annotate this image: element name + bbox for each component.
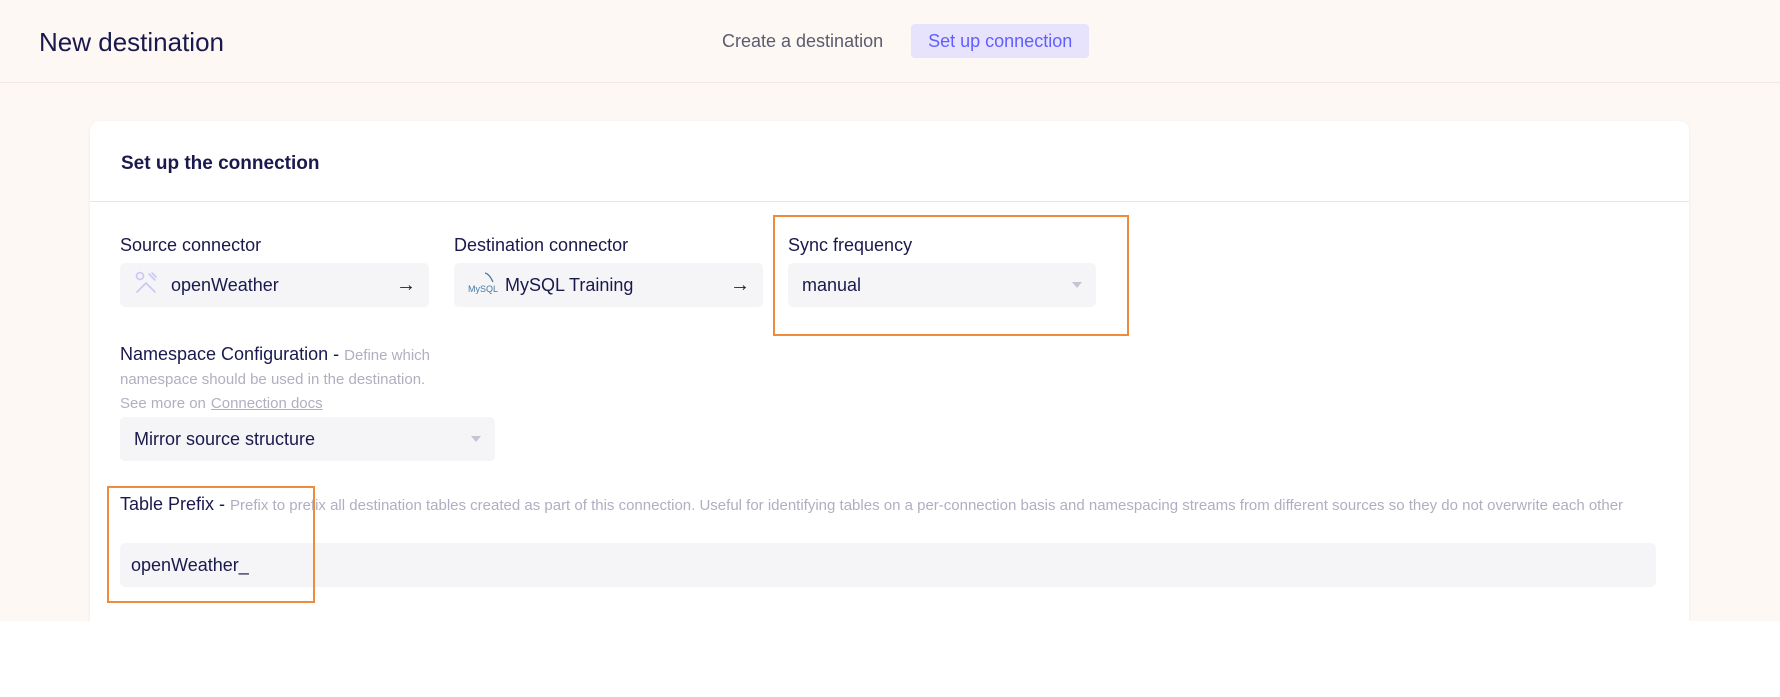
table-prefix-separator: - (214, 494, 231, 514)
source-connector-name: openWeather (171, 274, 279, 295)
destination-connector-button[interactable]: MySQL MySQL Training → (454, 263, 763, 307)
destination-connector-label: Destination connector (454, 235, 629, 255)
namespace-hint-more: See more on (120, 395, 206, 412)
namespace-select[interactable]: Mirror source structure (120, 417, 495, 461)
page-bottom (0, 621, 1780, 697)
step-tabs: Create a destination Set up connection (712, 24, 1090, 58)
chevron-down-icon (471, 436, 481, 442)
card-header: Set up the connection (90, 121, 1689, 202)
page-title: New destination (39, 27, 224, 57)
namespace-config-label-block: Namespace Configuration - Define which n… (120, 343, 490, 415)
destination-connector-name: MySQL Training (505, 274, 634, 295)
arrow-right-icon: → (730, 273, 750, 296)
namespace-config-label: Namespace Configuration (120, 344, 329, 364)
svg-text:MySQL: MySQL (468, 284, 498, 294)
top-bar: New destination Create a destination Set… (0, 0, 1780, 83)
step-set-up-connection[interactable]: Set up connection (911, 24, 1090, 58)
namespace-separator: - (328, 344, 345, 364)
tools-icon (133, 270, 159, 301)
step-create-destination[interactable]: Create a destination (712, 24, 893, 58)
table-prefix-hint: Prefix to prefix all destination tables … (230, 497, 1624, 514)
table-prefix-label: Table Prefix (120, 494, 215, 514)
sync-frequency-label: Sync frequency (788, 235, 913, 255)
arrow-right-icon: → (396, 273, 416, 296)
source-connector-button[interactable]: openWeather → (120, 263, 429, 307)
chevron-down-icon (1072, 282, 1082, 288)
source-connector-label: Source connector (120, 235, 262, 255)
namespace-value: Mirror source structure (134, 428, 316, 449)
sync-frequency-select[interactable]: manual (788, 263, 1096, 307)
sync-frequency-value: manual (802, 274, 862, 295)
table-prefix-input[interactable] (120, 543, 1656, 587)
connection-docs-link[interactable]: Connection docs (211, 395, 323, 412)
card-title: Set up the connection (121, 153, 320, 174)
mysql-logo-icon: MySQL (467, 270, 499, 301)
table-prefix-label-block: Table Prefix - Prefix to prefix all dest… (120, 493, 1680, 517)
connection-card: Set up the connection Source connector o… (90, 121, 1689, 641)
